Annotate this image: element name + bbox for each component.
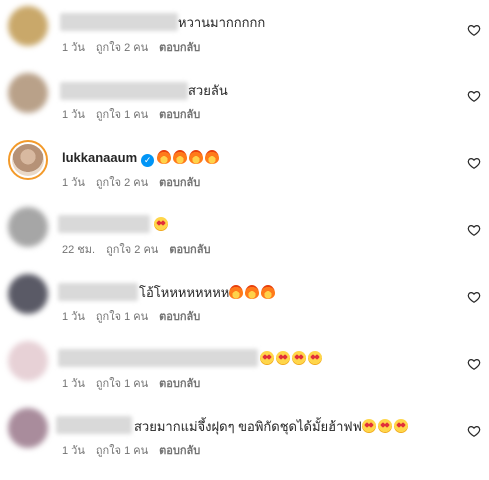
- fire-emoji-icon: [189, 150, 204, 164]
- star-struck-emoji-icon: [308, 351, 322, 365]
- reply-button[interactable]: ตอบกลับ: [169, 244, 210, 256]
- comment-text-content: สวยมากแม่จึ้งฝุดๆ ขอพิกัดชุดได้มั้ยฮ้าฟฟ: [134, 419, 362, 434]
- fire-emoji-icon: [157, 150, 172, 164]
- comment-time: 1 วัน: [62, 378, 85, 390]
- comment-text: [260, 350, 324, 368]
- comment-item: lukkanaaum ✓ 1 วัน ถูกใจ 2 คน ตอบกลับ: [0, 134, 489, 201]
- heart-outline-icon[interactable]: [467, 23, 481, 37]
- comment-meta: 22 ชม. ถูกใจ 2 คน ตอบกลับ: [62, 243, 221, 257]
- avatar[interactable]: [8, 341, 48, 381]
- heart-outline-icon[interactable]: [467, 357, 481, 371]
- comment-item: สวยลัน 1 วัน ถูกใจ 1 คน ตอบกลับ: [0, 67, 489, 134]
- username[interactable]: lukkanaaum: [62, 150, 137, 165]
- comment-item: หวานมากกกกก 1 วัน ถูกใจ 2 คน ตอบกลับ: [0, 0, 489, 67]
- star-struck-emoji-icon: [292, 351, 306, 365]
- avatar[interactable]: [8, 274, 48, 314]
- avatar[interactable]: [8, 408, 48, 448]
- comment-item: 1 วัน ถูกใจ 1 คน ตอบกลับ: [0, 335, 489, 402]
- comment-text: สวยมากแม่จึ้งฝุดๆ ขอพิกัดชุดได้มั้ยฮ้าฟฟ: [134, 418, 410, 436]
- fire-emoji-icon: [261, 285, 276, 299]
- avatar-image: [12, 144, 44, 176]
- reply-button[interactable]: ตอบกลับ: [159, 177, 200, 189]
- fire-emoji-icon: [173, 150, 188, 164]
- fire-emoji-icon: [229, 285, 244, 299]
- comment-time: 1 วัน: [62, 445, 85, 457]
- heart-outline-icon[interactable]: [467, 156, 481, 170]
- comment-likes[interactable]: ถูกใจ 1 คน: [96, 445, 148, 457]
- heart-outline-icon[interactable]: [467, 223, 481, 237]
- comment-time: 1 วัน: [62, 109, 85, 121]
- comment-time: 22 ชม.: [62, 244, 96, 256]
- star-struck-emoji-icon: [377, 419, 392, 433]
- comment-meta: 1 วัน ถูกใจ 1 คน ตอบกลับ: [62, 108, 211, 122]
- comment-likes[interactable]: ถูกใจ 1 คน: [96, 378, 148, 390]
- verified-badge-icon: ✓: [141, 154, 155, 167]
- avatar[interactable]: [8, 73, 48, 113]
- fire-emoji-icon: [245, 285, 260, 299]
- reply-button[interactable]: ตอบกลับ: [159, 311, 200, 323]
- reply-button[interactable]: ตอบกลับ: [159, 109, 200, 121]
- blurred-username: [60, 13, 178, 31]
- comment-text-content: โอ้โหหหหหหหห: [139, 285, 230, 300]
- comment-item: สวยมากแม่จึ้งฝุดๆ ขอพิกัดชุดได้มั้ยฮ้าฟฟ…: [0, 402, 489, 469]
- blurred-username: [58, 215, 150, 233]
- blurred-username: [58, 283, 138, 301]
- comment-meta: 1 วัน ถูกใจ 2 คน ตอบกลับ: [62, 41, 211, 55]
- comment-line: lukkanaaum ✓: [62, 149, 221, 167]
- star-struck-emoji-icon: [154, 217, 168, 231]
- star-struck-emoji-icon: [361, 419, 376, 433]
- avatar[interactable]: [8, 140, 48, 180]
- blurred-username: [56, 416, 132, 434]
- comment-meta: 1 วัน ถูกใจ 1 คน ตอบกลับ: [62, 310, 211, 324]
- comment-time: 1 วัน: [62, 311, 85, 323]
- heart-outline-icon[interactable]: [467, 290, 481, 304]
- comment-item: โอ้โหหหหหหหห 1 วัน ถูกใจ 1 คน ตอบกลับ: [0, 268, 489, 335]
- comment-time: 1 วัน: [62, 177, 85, 189]
- star-struck-emoji-icon: [393, 419, 408, 433]
- star-struck-emoji-icon: [260, 351, 274, 365]
- comment-time: 1 วัน: [62, 42, 85, 54]
- star-struck-emoji-icon: [276, 351, 290, 365]
- comment-text: สวยลัน: [188, 83, 228, 98]
- reply-button[interactable]: ตอบกลับ: [159, 378, 200, 390]
- comment-meta: 1 วัน ถูกใจ 1 คน ตอบกลับ: [62, 377, 211, 391]
- heart-outline-icon[interactable]: [467, 89, 481, 103]
- blurred-username: [60, 82, 188, 100]
- comment-text: โอ้โหหหหหหหห: [139, 284, 277, 302]
- blurred-username: [58, 349, 258, 367]
- fire-emoji-icon: [205, 150, 220, 164]
- comment-text: [154, 216, 170, 234]
- comment-likes[interactable]: ถูกใจ 1 คน: [96, 109, 148, 121]
- avatar[interactable]: [8, 207, 48, 247]
- comment-meta: 1 วัน ถูกใจ 1 คน ตอบกลับ: [62, 444, 211, 458]
- comment-item: 22 ชม. ถูกใจ 2 คน ตอบกลับ: [0, 201, 489, 268]
- reply-button[interactable]: ตอบกลับ: [159, 42, 200, 54]
- comment-likes[interactable]: ถูกใจ 2 คน: [96, 42, 148, 54]
- reply-button[interactable]: ตอบกลับ: [159, 445, 200, 457]
- avatar[interactable]: [8, 6, 48, 46]
- heart-outline-icon[interactable]: [467, 424, 481, 438]
- comment-text: หวานมากกกกก: [178, 15, 266, 30]
- comment-likes[interactable]: ถูกใจ 1 คน: [96, 311, 148, 323]
- comment-meta: 1 วัน ถูกใจ 2 คน ตอบกลับ: [62, 176, 211, 190]
- comment-likes[interactable]: ถูกใจ 2 คน: [96, 177, 148, 189]
- comment-likes[interactable]: ถูกใจ 2 คน: [106, 244, 158, 256]
